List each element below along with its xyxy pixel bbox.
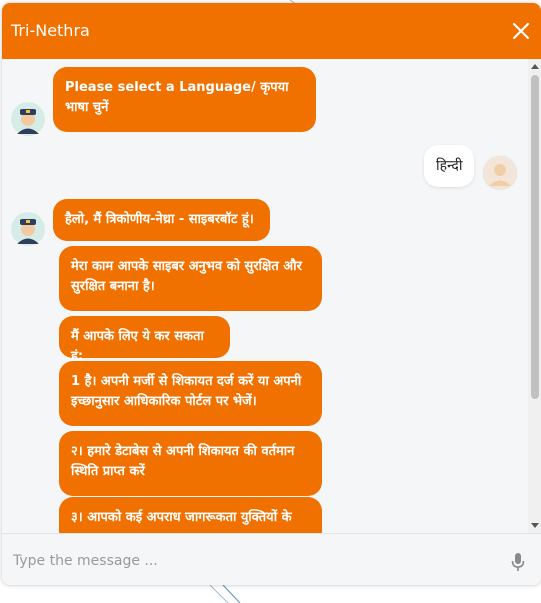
bot-message: Please select a Language/ कृपया भाषा चुन…	[53, 67, 316, 132]
police-officer-avatar-icon	[11, 212, 45, 246]
police-officer-avatar-icon	[11, 102, 45, 136]
scroll-thumb[interactable]	[531, 75, 539, 399]
user-message: हिन्दी	[424, 145, 475, 187]
close-icon[interactable]	[511, 21, 531, 41]
chat-title: Tri-Nethra	[11, 21, 90, 40]
message-input-bar	[2, 533, 541, 585]
bot-message: ३। आपको कई अपराध जागरूकता युक्तियों के	[59, 497, 322, 533]
chat-header: Tri-Nethra	[2, 3, 541, 59]
message-list[interactable]: Please select a Language/ कृपया भाषा चुन…	[2, 59, 541, 533]
scroll-up-arrow-icon[interactable]	[531, 64, 539, 69]
user-avatar-icon	[482, 155, 518, 191]
chat-widget: Tri-Nethra Please select a Language/ कृप…	[2, 3, 541, 585]
microphone-icon[interactable]	[511, 552, 525, 572]
bot-message: मैं आपके लिए ये कर सकता हूं:	[59, 316, 230, 364]
scrollbar[interactable]	[528, 59, 541, 533]
bot-message: मेरा काम आपके साइबर अनुभव को सुरक्षित और…	[59, 246, 322, 311]
message-input[interactable]	[11, 548, 485, 574]
bot-message: २। हमारे डेटाबेस से अपनी शिकायत की वर्तम…	[59, 431, 322, 496]
bot-message: हैलो, मैं त्रिकोणीय-नेथ्रा - साइबरबॉट हू…	[53, 199, 270, 241]
bot-message: 1 है। अपनी मर्जी से शिकायत दर्ज करें या …	[59, 361, 322, 426]
scroll-down-arrow-icon[interactable]	[531, 523, 539, 528]
